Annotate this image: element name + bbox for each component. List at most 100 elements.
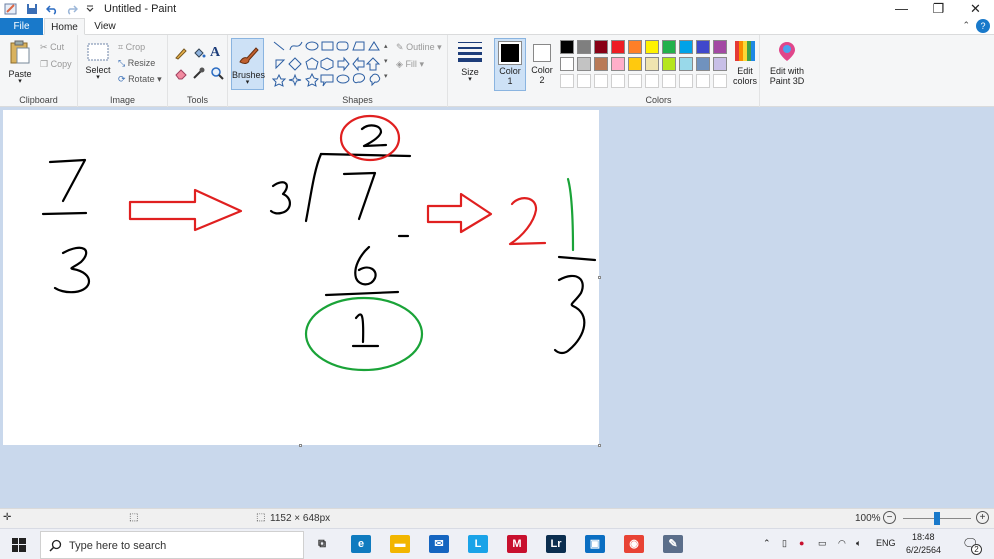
resize-button[interactable]: ⤡ Resize	[118, 58, 155, 69]
edit-colors-button[interactable]: Edit colors	[730, 40, 760, 86]
edit-with-paint3d-button[interactable]: Edit with Paint 3D	[764, 40, 810, 86]
taskbar-mail-icon[interactable]: ✉	[429, 535, 449, 553]
palette-swatch[interactable]	[628, 57, 642, 71]
minimize-button[interactable]: —	[883, 0, 920, 18]
save-icon[interactable]	[26, 3, 38, 15]
palette-swatch[interactable]	[696, 57, 710, 71]
palette-swatch[interactable]	[713, 40, 727, 54]
crop-button[interactable]: ⌗ Crop	[118, 42, 145, 53]
tray-volume-icon[interactable]: 🔈︎	[856, 538, 861, 549]
taskbar-l-app-icon[interactable]: L	[468, 535, 488, 553]
brushes-button[interactable]: Brushes ▾	[231, 38, 265, 90]
resize-handle-bottom[interactable]	[299, 444, 302, 447]
palette-custom-slot[interactable]	[611, 74, 625, 88]
zoom-in-button[interactable]: +	[976, 511, 989, 524]
tab-home[interactable]: Home	[44, 18, 85, 35]
color2-label: Color	[531, 65, 553, 75]
palette-swatch[interactable]	[611, 57, 625, 71]
rotate-button[interactable]: ⟳ Rotate ▾	[118, 74, 162, 85]
palette-custom-slot[interactable]	[679, 74, 693, 88]
taskbar-edge-icon[interactable]: e	[351, 535, 371, 553]
resize-handle-right[interactable]	[598, 276, 601, 279]
palette-custom-slot[interactable]	[594, 74, 608, 88]
tray-overflow-icon[interactable]: ⌃	[763, 538, 771, 549]
color1-swatch	[498, 41, 522, 65]
palette-swatch[interactable]	[628, 40, 642, 54]
tab-view[interactable]: View	[86, 18, 124, 35]
palette-swatch[interactable]	[662, 40, 676, 54]
taskbar-mcafee-icon[interactable]: M	[507, 535, 527, 553]
palette-swatch[interactable]	[645, 57, 659, 71]
palette-swatch[interactable]	[645, 40, 659, 54]
pencil-icon[interactable]	[174, 46, 188, 60]
eraser-icon[interactable]	[174, 66, 188, 80]
outline-button[interactable]: ✎ Outline ▾	[396, 42, 442, 53]
taskbar-store-icon[interactable]: ▣	[585, 535, 605, 553]
customize-toolbar-chevron-icon[interactable]	[86, 4, 94, 14]
taskbar-file-explorer-icon[interactable]: ▬	[390, 535, 410, 553]
palette-swatch[interactable]	[679, 57, 693, 71]
palette-swatch[interactable]	[560, 40, 574, 54]
palette-swatch[interactable]	[594, 40, 608, 54]
taskbar-paint-icon[interactable]: ✎	[663, 535, 683, 553]
taskbar-chrome-icon[interactable]: ◉	[624, 535, 644, 553]
palette-custom-slot[interactable]	[713, 74, 727, 88]
size-button[interactable]: Size ▾	[452, 39, 488, 83]
color-picker-icon[interactable]	[192, 66, 206, 80]
palette-swatch[interactable]	[713, 57, 727, 71]
text-tool-icon[interactable]: A	[210, 45, 220, 61]
palette-swatch[interactable]	[662, 57, 676, 71]
palette-swatch[interactable]	[696, 40, 710, 54]
palette-custom-slot[interactable]	[628, 74, 642, 88]
tray-network-icon[interactable]: ◠	[838, 538, 846, 549]
help-icon[interactable]: ?	[976, 19, 990, 33]
shapes-scroll[interactable]: ▴ ▾ ▾	[384, 39, 391, 87]
shapes-gallery[interactable]	[272, 39, 390, 87]
tray-date[interactable]: 6/2/2564	[906, 545, 941, 555]
palette-custom-slot[interactable]	[577, 74, 591, 88]
resize-handle-corner[interactable]	[598, 444, 601, 447]
undo-icon[interactable]	[46, 3, 58, 15]
color2-button[interactable]: Color 2	[528, 38, 556, 91]
taskbar-task-view-icon[interactable]: ⧉	[312, 535, 332, 553]
select-button[interactable]: Select ▾	[84, 43, 112, 81]
palette-swatch[interactable]	[594, 57, 608, 71]
tray-language[interactable]: ENG	[876, 538, 896, 548]
palette-swatch[interactable]	[577, 40, 591, 54]
tab-file[interactable]: File	[0, 18, 43, 35]
zoom-out-button[interactable]: −	[883, 511, 896, 524]
fill-button[interactable]: ◈ Fill ▾	[396, 59, 424, 70]
palette-swatch[interactable]	[560, 57, 574, 71]
palette-swatch[interactable]	[679, 40, 693, 54]
stroke-digit-7-left	[48, 158, 87, 203]
palette-swatch[interactable]	[611, 40, 625, 54]
redo-icon[interactable]	[66, 3, 78, 15]
fill-bucket-icon[interactable]	[192, 46, 206, 60]
tray-time[interactable]: 18:48	[912, 532, 935, 542]
clipboard-group: Paste ▾ ✂ Cut ❐ Copy Clipboard	[0, 35, 78, 107]
restore-button[interactable]: ❐	[920, 0, 957, 18]
collapse-ribbon-icon[interactable]: ⌃	[962, 20, 970, 31]
paint3d-label-2: Paint 3D	[769, 76, 805, 86]
cut-button[interactable]: ✂ Cut	[40, 42, 64, 53]
tray-app-icon-1[interactable]: ▯	[782, 538, 787, 549]
palette-custom-slot[interactable]	[662, 74, 676, 88]
taskbar-search-box[interactable]: Type here to search	[40, 531, 304, 559]
palette-swatch[interactable]	[577, 57, 591, 71]
palette-custom-slot[interactable]	[696, 74, 710, 88]
tray-mcafee-icon[interactable]: ●	[799, 538, 804, 548]
paste-button[interactable]: Paste ▾	[6, 39, 34, 85]
palette-custom-slot[interactable]	[645, 74, 659, 88]
palette-custom-slot[interactable]	[560, 74, 574, 88]
taskbar-lightroom-icon[interactable]: Lr	[546, 535, 566, 553]
copy-button[interactable]: ❐ Copy	[40, 59, 72, 70]
zoom-slider[interactable]	[903, 512, 971, 525]
search-placeholder: Type here to search	[69, 540, 167, 552]
magnifier-icon[interactable]	[210, 66, 224, 80]
windows-start-icon[interactable]	[12, 538, 26, 552]
color1-button[interactable]: Color 1	[494, 38, 526, 91]
zoom-slider-thumb[interactable]	[934, 512, 940, 525]
drawing-canvas[interactable]	[3, 110, 599, 445]
close-button[interactable]: ✕	[957, 0, 994, 18]
tray-battery-icon[interactable]: ▭	[818, 538, 827, 549]
